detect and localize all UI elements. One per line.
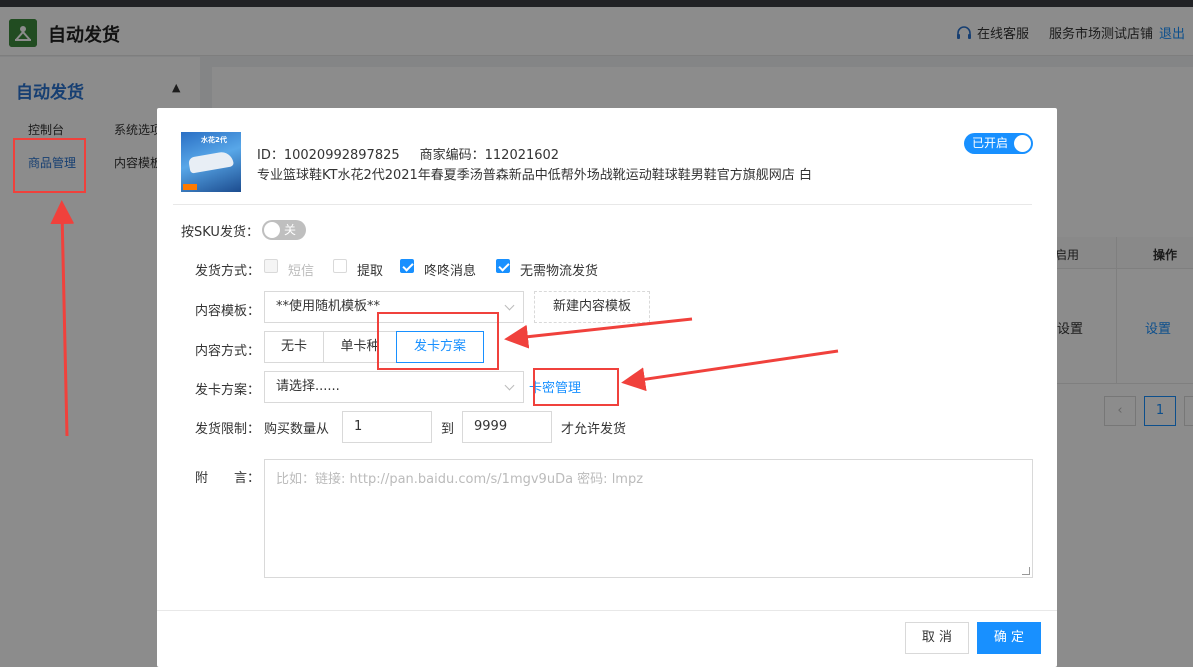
resize-handle-icon[interactable] — [1022, 567, 1030, 575]
sms-checkbox[interactable] — [264, 259, 278, 273]
enabled-toggle-label: 已开启 — [972, 136, 1009, 150]
enabled-toggle[interactable]: 已开启 — [964, 133, 1033, 154]
sms-checkbox-label: 短信 — [288, 264, 315, 279]
chevron-down-icon — [504, 380, 515, 391]
content-mode-label: 内容方式： — [195, 344, 261, 359]
no-logistics-checkbox[interactable] — [496, 259, 510, 273]
note-label: 附 言： — [195, 471, 261, 486]
card-plan-select[interactable]: 请选择...... — [264, 371, 524, 403]
content-mode-single-card[interactable]: 单卡种 — [323, 331, 397, 363]
limit-suffix: 才允许发货 — [561, 422, 627, 437]
new-content-template-button[interactable]: 新建内容模板 — [534, 291, 650, 323]
confirm-button[interactable]: 确 定 — [977, 622, 1041, 654]
note-placeholder: 比如：链接: http://pan.baidu.com/s/1mgv9uDa 密… — [276, 472, 644, 487]
sku-toggle-label: 关 — [284, 223, 297, 237]
extract-checkbox-label: 提取 — [357, 264, 384, 279]
product-id: ID：10020992897825 — [257, 148, 400, 163]
card-plan-placeholder: 请选择...... — [276, 379, 340, 394]
product-meta: ID：10020992897825 商家编码：112021602 — [257, 144, 559, 163]
card-secret-management-link[interactable]: 卡密管理 — [529, 377, 581, 396]
delivery-limit-label: 发货限制： — [195, 422, 261, 437]
no-logistics-checkbox-label: 无需物流发货 — [520, 264, 599, 279]
delivery-method-label: 发货方式： — [195, 264, 261, 279]
dongdong-checkbox-label: 咚咚消息 — [424, 264, 477, 279]
card-plan-label: 发卡方案： — [195, 383, 261, 398]
limit-prefix: 购买数量从 — [264, 422, 330, 437]
merchant-code: 商家编码：112021602 — [419, 148, 560, 163]
chevron-down-icon — [504, 300, 515, 311]
content-template-select[interactable]: **使用随机模板** — [264, 291, 524, 323]
content-mode-card-plan[interactable]: 发卡方案 — [396, 331, 484, 363]
sku-delivery-toggle[interactable]: 关 — [262, 220, 306, 240]
dongdong-checkbox[interactable] — [400, 259, 414, 273]
quantity-to-input[interactable]: 9999 — [462, 411, 552, 443]
content-template-value: **使用随机模板** — [276, 299, 381, 314]
quantity-from-input[interactable]: 1 — [342, 411, 432, 443]
extract-checkbox[interactable] — [333, 259, 347, 273]
sku-delivery-label: 按SKU发货： — [181, 225, 259, 240]
content-mode-no-card[interactable]: 无卡 — [264, 331, 324, 363]
content-template-label: 内容模板： — [195, 304, 261, 319]
product-image-caption: 水花2代 — [201, 136, 227, 144]
note-textarea[interactable]: 比如：链接: http://pan.baidu.com/s/1mgv9uDa 密… — [264, 459, 1033, 578]
limit-to-label: 到 — [441, 422, 455, 437]
product-thumbnail: 水花2代 — [181, 132, 241, 192]
auto-delivery-settings-modal: 水花2代 ID：10020992897825 商家编码：112021602 专业篮… — [157, 108, 1057, 667]
cancel-button[interactable]: 取 消 — [905, 622, 969, 654]
product-name: 专业篮球鞋KT水花2代2021年春夏季汤普森新品中低帮外场战靴运动鞋球鞋男鞋官方… — [257, 168, 812, 183]
